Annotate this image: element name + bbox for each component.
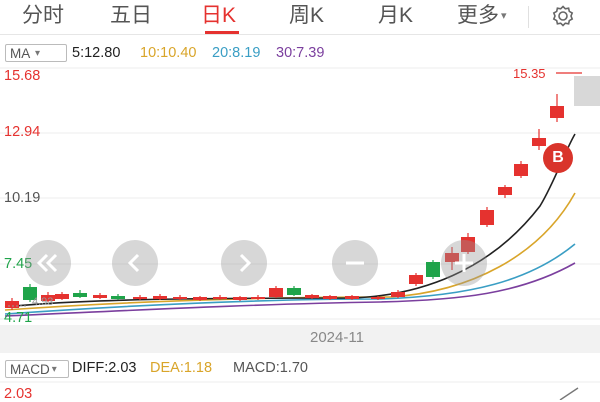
tab-divider: [528, 6, 529, 28]
tab-more[interactable]: 更多 ▾: [457, 2, 507, 30]
date-axis-bar: [0, 325, 600, 353]
ma-selector-label: MA: [10, 46, 31, 61]
minus-icon: [346, 261, 364, 265]
candle-body: [193, 297, 207, 300]
candle-body: [173, 297, 187, 299]
candle-body: [5, 301, 19, 308]
low-price-label: 4.93: [32, 296, 54, 308]
candle-body: [426, 262, 440, 277]
y-axis-mid: 10.19: [4, 190, 41, 206]
y-axis-max: 15.68: [4, 68, 41, 84]
macd-diff: DIFF:2.03: [72, 360, 137, 376]
candle-body: [73, 293, 87, 297]
candle-body: [93, 295, 107, 298]
candle-body: [111, 296, 125, 299]
candle-body: [345, 296, 359, 299]
tab-five-day[interactable]: 五日: [110, 2, 152, 30]
caret-down-icon: ▾: [501, 10, 507, 23]
candle-body: [371, 297, 385, 299]
ma10-value: 10:10.40: [140, 45, 197, 61]
candle-body: [251, 297, 265, 299]
chevron-left-icon: [127, 253, 140, 273]
macd-selector[interactable]: MACD ▾: [5, 360, 69, 378]
candle-body: [269, 288, 283, 297]
tab-monthly-k[interactable]: 月K: [378, 2, 413, 30]
candlestick-svg: [0, 67, 600, 320]
candle-body: [133, 297, 147, 299]
macd-dea: DEA:1.18: [150, 360, 213, 376]
candle-body: [213, 297, 227, 299]
candle-body: [532, 138, 546, 146]
tab-weekly-k[interactable]: 周K: [289, 2, 324, 30]
candle-body: [480, 210, 494, 225]
buy-signal-badge[interactable]: B: [543, 143, 573, 173]
active-tab-underline: [205, 31, 239, 34]
tab-more-label: 更多: [457, 4, 499, 27]
candle-body: [409, 275, 423, 284]
caret-down-icon: ▾: [51, 364, 57, 376]
ma30-value: 30:7.39: [276, 45, 325, 61]
ma5-value: 5:12.80: [72, 45, 121, 61]
y-axis-high: 12.94: [4, 124, 41, 140]
prev-button[interactable]: [112, 240, 158, 286]
candle-body: [153, 296, 167, 299]
peak-price-label: 15.35: [513, 66, 546, 81]
ma-selector[interactable]: MA ▾: [5, 44, 67, 62]
double-chevron-left-icon: [36, 253, 58, 273]
candle-body: [498, 187, 512, 195]
macd-preview: [0, 381, 600, 400]
candle-body: [514, 164, 528, 176]
zoom-in-button[interactable]: [441, 240, 487, 286]
caret-down-icon: ▾: [32, 48, 41, 60]
period-tab-bar: 分时 五日 日K 周K 月K 更多 ▾: [0, 0, 600, 35]
candlestick-chart[interactable]: 15.68 12.94 10.19 7.45 4.71 15.35 4.93 B: [0, 66, 600, 326]
candle-body: [233, 297, 247, 300]
zoom-out-button[interactable]: [332, 240, 378, 286]
gear-icon[interactable]: [546, 2, 580, 30]
y-axis-min: 4.71: [4, 310, 33, 326]
tab-intraday[interactable]: 分时: [22, 2, 64, 30]
price-scroll-handle: [574, 76, 600, 106]
candle-body: [391, 292, 405, 297]
candle-body: [550, 106, 564, 118]
candle-body: [305, 295, 319, 298]
plus-icon: [455, 254, 473, 272]
ma20-value: 20:8.19: [212, 45, 261, 61]
candle-body: [55, 294, 69, 299]
rewind-button[interactable]: [25, 240, 71, 286]
macd-selector-label: MACD: [10, 362, 50, 377]
date-axis-label: 2024-11: [310, 329, 364, 346]
candle-body: [323, 296, 337, 299]
chevron-right-icon: [239, 253, 252, 273]
tab-daily-k[interactable]: 日K: [201, 2, 236, 30]
next-button[interactable]: [221, 240, 267, 286]
macd-value: MACD:1.70: [233, 360, 308, 376]
candle-body: [287, 288, 301, 295]
